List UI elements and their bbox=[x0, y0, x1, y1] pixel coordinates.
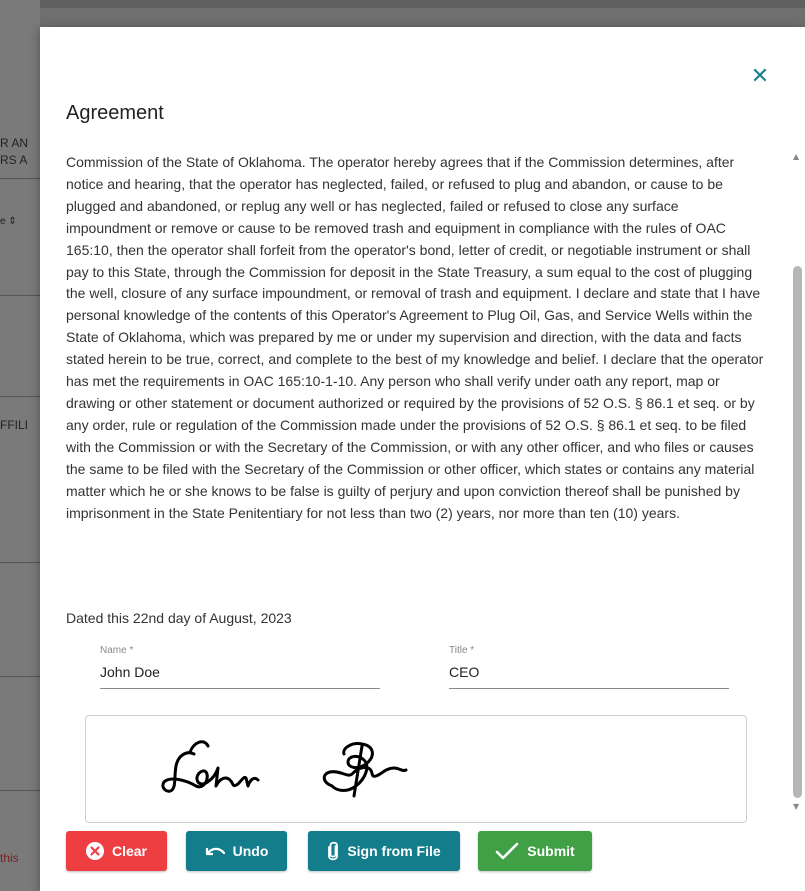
background-fragment: R AN bbox=[0, 136, 29, 150]
paperclip-icon bbox=[328, 841, 339, 861]
background-divider bbox=[0, 676, 40, 677]
scrollbar-thumb[interactable] bbox=[793, 266, 802, 798]
background-topbar bbox=[0, 0, 805, 8]
sign-from-file-button[interactable]: Sign from File bbox=[308, 831, 460, 871]
background-fragment: FFILI bbox=[0, 418, 29, 432]
title-label: Title * bbox=[449, 645, 475, 656]
background-fragment: this bbox=[0, 851, 19, 865]
clear-circle-x-icon bbox=[85, 842, 104, 860]
clear-button-label: Clear bbox=[111, 843, 148, 859]
close-icon[interactable]: ✕ bbox=[748, 65, 772, 89]
background-divider bbox=[0, 295, 40, 296]
dated-line: Dated this 22nd day of August, 2023 bbox=[66, 610, 292, 626]
undo-arrow-icon bbox=[205, 847, 225, 856]
submit-button-label: Submit bbox=[527, 843, 575, 859]
background-fragment: e ⇕ bbox=[0, 216, 17, 227]
clear-button[interactable]: Clear bbox=[66, 831, 167, 871]
scrollbar[interactable]: ▲ ▼ bbox=[790, 152, 805, 812]
title-input[interactable] bbox=[449, 664, 729, 689]
submit-button[interactable]: Submit bbox=[478, 831, 592, 871]
agreement-text: Commission of the State of Oklahoma. The… bbox=[66, 154, 764, 521]
dialog-title: Agreement bbox=[66, 102, 164, 124]
background-divider bbox=[0, 790, 40, 791]
agreement-dialog: ✕ Agreement Commission of the State of O… bbox=[40, 27, 805, 891]
background-divider bbox=[0, 562, 40, 563]
background-divider bbox=[0, 396, 40, 397]
undo-button-label: Undo bbox=[232, 843, 269, 859]
sign-from-file-button-label: Sign from File bbox=[347, 843, 441, 859]
scroll-up-arrow-icon[interactable]: ▲ bbox=[793, 152, 799, 161]
name-label: Name * bbox=[100, 645, 134, 656]
signature-drawing bbox=[161, 740, 408, 798]
background-fragment: RS A bbox=[0, 153, 28, 167]
name-field[interactable]: Name * bbox=[100, 645, 380, 689]
title-field[interactable]: Title * bbox=[449, 645, 729, 689]
signature-pad[interactable] bbox=[85, 715, 747, 823]
name-input[interactable] bbox=[100, 664, 380, 689]
scroll-down-arrow-icon[interactable]: ▼ bbox=[793, 802, 799, 811]
undo-button[interactable]: Undo bbox=[186, 831, 287, 871]
checkmark-icon bbox=[495, 842, 519, 860]
background-page: R AN RS A e ⇕ FFILI this bbox=[0, 0, 40, 891]
background-divider bbox=[0, 178, 40, 179]
